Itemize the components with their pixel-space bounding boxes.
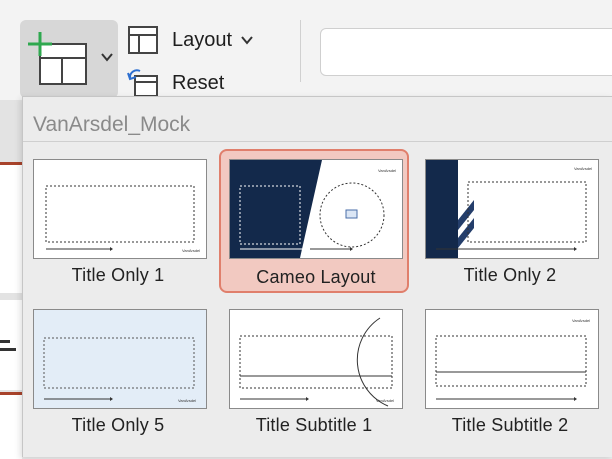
reset-button[interactable]: Reset xyxy=(126,66,224,100)
layout-preview: VanArsdel xyxy=(33,309,207,409)
new-slide-icon xyxy=(28,32,87,85)
layout-preview: VanArsdel xyxy=(229,309,403,409)
layout-name: Title Subtitle 2 xyxy=(451,415,569,435)
layout-gallery: VanArsdel_Mock VanArsdel Title Only 1 Va… xyxy=(22,96,612,457)
logo-text: VanArsdel xyxy=(178,398,196,403)
ribbon: Layout Reset xyxy=(0,0,612,100)
logo-text: VanArsdel xyxy=(378,168,396,173)
layout-tile-title-only-1[interactable]: VanArsdel Title Only 1 xyxy=(23,149,213,293)
ribbon-divider xyxy=(300,20,301,82)
layout-preview: VanArsdel xyxy=(33,159,207,259)
ribbon-gallery-field[interactable] xyxy=(320,28,612,76)
layout-tile-title-subtitle-1[interactable]: VanArsdel Title Subtitle 1 xyxy=(219,299,409,443)
layout-preview: VanArsdel xyxy=(425,159,599,259)
layout-name: Title Only 5 xyxy=(71,415,165,435)
layout-tile-title-only-2[interactable]: VanArsdel Title Only 2 xyxy=(415,149,605,293)
slide-thumbnail[interactable] xyxy=(0,392,22,459)
logo-text: VanArsdel xyxy=(572,318,590,323)
layout-name: Title Only 2 xyxy=(463,265,557,285)
layout-preview: VanArsdel xyxy=(229,159,403,259)
layout-name: Cameo Layout xyxy=(256,267,376,287)
reset-icon xyxy=(127,69,158,97)
slide-thumbnail[interactable] xyxy=(0,300,22,390)
layout-tile-title-subtitle-2[interactable]: VanArsdel Title Subtitle 2 xyxy=(415,299,605,443)
slide-thumbnail[interactable] xyxy=(0,162,22,293)
gallery-title: VanArsdel_Mock xyxy=(33,113,191,136)
layout-button[interactable]: Layout xyxy=(126,24,254,56)
layout-icon xyxy=(128,26,158,54)
layout-preview: VanArsdel xyxy=(425,309,599,409)
chevron-down-icon[interactable] xyxy=(100,50,114,64)
logo-text: VanArsdel xyxy=(574,166,592,171)
layout-tile-title-only-5[interactable]: VanArsdel Title Only 5 xyxy=(23,299,213,443)
layout-name: Title Subtitle 1 xyxy=(255,415,373,435)
logo-text: VanArsdel xyxy=(182,248,200,253)
layout-name: Title Only 1 xyxy=(71,265,165,285)
logo-text: VanArsdel xyxy=(376,398,394,403)
gallery-header: VanArsdel_Mock xyxy=(23,97,612,142)
layout-tile-cameo[interactable]: VanArsdel Cameo Layout xyxy=(219,149,409,293)
reset-label: Reset xyxy=(172,71,225,94)
layout-label: Layout xyxy=(172,28,233,51)
chevron-down-icon xyxy=(241,36,253,45)
new-slide-button[interactable] xyxy=(20,20,118,98)
